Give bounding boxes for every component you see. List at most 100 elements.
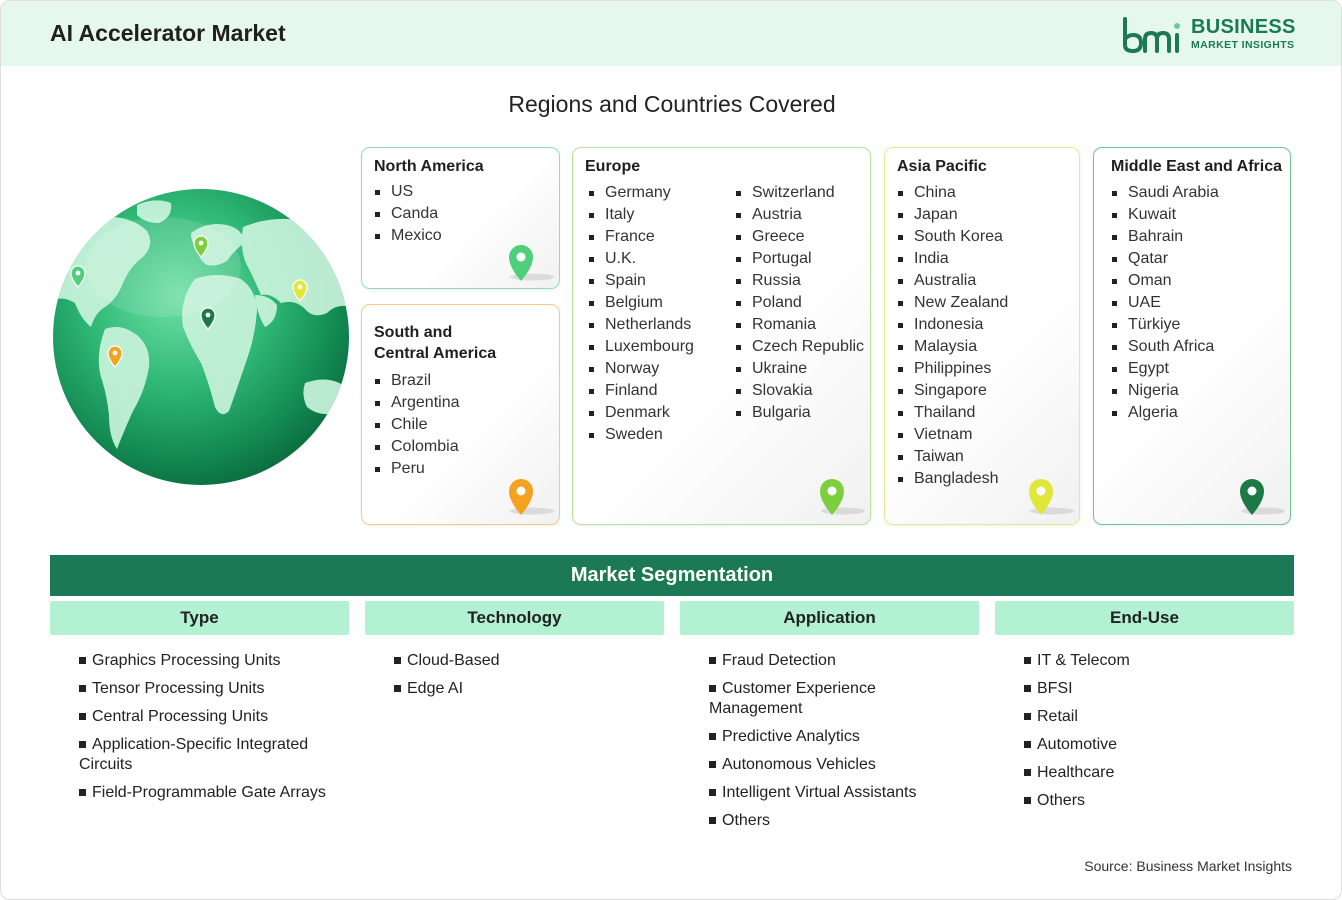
list-item: Bangladesh bbox=[897, 468, 1008, 490]
list-item: Thailand bbox=[897, 402, 1008, 424]
square-bullet-icon bbox=[1024, 769, 1031, 776]
region-card-europe: Europe Germany Italy France U.K. Spain B… bbox=[572, 147, 871, 525]
list-item: Türkiye bbox=[1111, 314, 1219, 336]
segment-list-end-use: IT & Telecom BFSI Retail Automotive Heal… bbox=[1024, 651, 1309, 819]
list-item: South Korea bbox=[897, 226, 1008, 248]
regions-heading: Regions and Countries Covered bbox=[508, 91, 836, 117]
list-item: Belgium bbox=[588, 292, 694, 314]
list-item: Norway bbox=[588, 358, 694, 380]
list-item: Portugal bbox=[735, 248, 864, 270]
list-item: Spain bbox=[588, 270, 694, 292]
list-item: Australia bbox=[897, 270, 1008, 292]
list-item: Russia bbox=[735, 270, 864, 292]
square-bullet-icon bbox=[709, 761, 716, 768]
segment-list-type: Graphics Processing Units Tensor Process… bbox=[79, 651, 364, 811]
list-item: Others bbox=[1024, 791, 1309, 811]
square-bullet-icon bbox=[709, 685, 716, 692]
infographic-frame: AI Accelerator Market BUSINESS MARKET IN… bbox=[0, 0, 1342, 900]
list-item: IT & Telecom bbox=[1024, 651, 1309, 671]
list-item: Tensor Processing Units bbox=[79, 679, 364, 699]
list-item: Czech Republic bbox=[735, 336, 864, 358]
list-item: Saudi Arabia bbox=[1111, 182, 1219, 204]
list-item: Brazil bbox=[374, 370, 460, 392]
segment-header-type: Type bbox=[50, 601, 349, 635]
list-item: Japan bbox=[897, 204, 1008, 226]
map-pin-icon bbox=[1029, 479, 1074, 515]
list-item: Italy bbox=[588, 204, 694, 226]
region-title: South and Central America bbox=[374, 324, 497, 362]
list-item: Central Processing Units bbox=[79, 707, 364, 727]
list-item: UAE bbox=[1111, 292, 1219, 314]
square-bullet-icon bbox=[709, 733, 716, 740]
square-bullet-icon bbox=[79, 789, 86, 796]
segment-header-technology: Technology bbox=[365, 601, 664, 635]
square-bullet-icon bbox=[1024, 685, 1031, 692]
source-note: Source: Business Market Insights bbox=[1084, 858, 1292, 874]
list-item: Denmark bbox=[588, 402, 694, 424]
country-list: Brazil Argentina Chile Colombia Peru bbox=[374, 370, 460, 480]
list-item: Luxembourg bbox=[588, 336, 694, 358]
region-title: Asia Pacific bbox=[897, 158, 987, 175]
brand-logo: BUSINESS MARKET INSIGHTS bbox=[1121, 15, 1301, 55]
list-item: Application-Specific Integrated Circuits bbox=[79, 736, 309, 773]
map-pin-icon bbox=[820, 479, 865, 515]
country-list: China Japan South Korea India Australia … bbox=[897, 182, 1008, 490]
list-item: Romania bbox=[735, 314, 864, 336]
list-item: Canda bbox=[374, 203, 442, 225]
page-title: AI Accelerator Market bbox=[50, 20, 286, 46]
list-item: Retail bbox=[1024, 707, 1309, 727]
list-item: Poland bbox=[735, 292, 864, 314]
list-item: Switzerland bbox=[735, 182, 864, 204]
list-item: Singapore bbox=[897, 380, 1008, 402]
list-item: Qatar bbox=[1111, 248, 1219, 270]
list-item: Others bbox=[709, 811, 949, 831]
header-bar: AI Accelerator Market BUSINESS MARKET IN… bbox=[1, 1, 1341, 66]
square-bullet-icon bbox=[79, 685, 86, 692]
country-list: Switzerland Austria Greece Portugal Russ… bbox=[735, 182, 864, 424]
list-item: China bbox=[897, 182, 1008, 204]
list-item: Customer Experience Management bbox=[709, 680, 876, 717]
list-item: South Africa bbox=[1111, 336, 1219, 358]
list-item: India bbox=[897, 248, 1008, 270]
list-item: Graphics Processing Units bbox=[79, 651, 364, 671]
square-bullet-icon bbox=[1024, 741, 1031, 748]
list-item: Germany bbox=[588, 182, 694, 204]
logo-text-market-insights: MARKET INSIGHTS bbox=[1191, 39, 1295, 51]
list-item: Malaysia bbox=[897, 336, 1008, 358]
list-item: Chile bbox=[374, 414, 460, 436]
list-item: U.K. bbox=[588, 248, 694, 270]
bmi-logo-icon bbox=[1123, 17, 1180, 54]
list-item: Vietnam bbox=[897, 424, 1008, 446]
list-item: Bahrain bbox=[1111, 226, 1219, 248]
segment-header-application: Application bbox=[680, 601, 979, 635]
segmentation-heading: Market Segmentation bbox=[50, 555, 1294, 596]
list-item: France bbox=[588, 226, 694, 248]
square-bullet-icon bbox=[79, 657, 86, 664]
list-item: Ukraine bbox=[735, 358, 864, 380]
region-card-north-america: North America US Canda Mexico bbox=[361, 147, 560, 289]
list-item: Predictive Analytics bbox=[709, 727, 949, 747]
map-pin-icon bbox=[509, 479, 554, 515]
list-item: Greece bbox=[735, 226, 864, 248]
segment-list-application: Fraud Detection Customer Experience Mana… bbox=[709, 651, 949, 839]
list-item: Indonesia bbox=[897, 314, 1008, 336]
region-card-mea: Middle East and Africa Saudi Arabia Kuwa… bbox=[1093, 147, 1291, 525]
map-pin-icon bbox=[1240, 479, 1285, 515]
list-item: Oman bbox=[1111, 270, 1219, 292]
region-title: North America bbox=[374, 158, 484, 175]
list-item: Mexico bbox=[374, 225, 442, 247]
country-list: Saudi Arabia Kuwait Bahrain Qatar Oman U… bbox=[1111, 182, 1219, 424]
list-item: Cloud-Based bbox=[394, 651, 679, 671]
list-item: Netherlands bbox=[588, 314, 694, 336]
list-item: Fraud Detection bbox=[709, 651, 949, 671]
square-bullet-icon bbox=[79, 741, 86, 748]
square-bullet-icon bbox=[709, 789, 716, 796]
list-item: Philippines bbox=[897, 358, 1008, 380]
list-item: US bbox=[374, 181, 442, 203]
list-item: Edge AI bbox=[394, 679, 679, 699]
list-item: Austria bbox=[735, 204, 864, 226]
country-list: Germany Italy France U.K. Spain Belgium … bbox=[588, 182, 694, 446]
list-item: Healthcare bbox=[1024, 763, 1309, 783]
segment-header-end-use: End-Use bbox=[995, 601, 1294, 635]
list-item: Autonomous Vehicles bbox=[709, 755, 949, 775]
